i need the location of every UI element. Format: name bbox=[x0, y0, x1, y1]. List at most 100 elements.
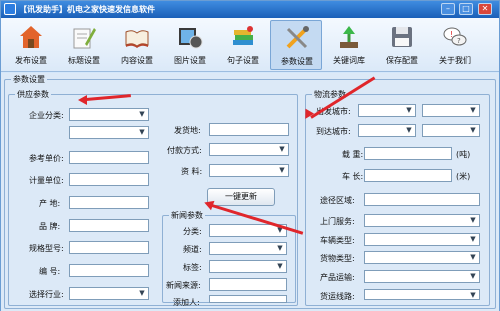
code-label: 编 号: bbox=[39, 267, 61, 276]
to-city-select[interactable]: ▼ bbox=[422, 124, 480, 137]
chevron-down-icon: ▼ bbox=[470, 106, 476, 114]
news-tag-label: 标签: bbox=[183, 263, 202, 272]
annotation-arrow-head bbox=[78, 95, 87, 105]
news-author-input[interactable] bbox=[209, 295, 287, 303]
price-unit-input[interactable] bbox=[69, 151, 149, 164]
chevron-down-icon: ▼ bbox=[470, 235, 476, 243]
cargo-type-select[interactable]: ▼ bbox=[364, 251, 480, 264]
open-book-icon bbox=[125, 30, 149, 48]
route-area-input[interactable] bbox=[364, 193, 480, 206]
toolbar-label: 保存配置 bbox=[386, 56, 418, 65]
chevron-down-icon: ▼ bbox=[406, 106, 412, 114]
svg-text:!: ! bbox=[450, 30, 453, 39]
news-channel-label: 频道: bbox=[183, 245, 202, 254]
door-service-select[interactable]: ▼ bbox=[364, 214, 480, 227]
news-groupbox: 新闻参数 分类: ▼ 频道: ▼ 标签: ▼ 新闻来源: 添加人: bbox=[162, 210, 296, 307]
material-label: 资 料: bbox=[181, 167, 203, 176]
chevron-down-icon: ▼ bbox=[279, 145, 285, 153]
floppy-disk-icon bbox=[392, 27, 412, 47]
news-author-label: 添加人: bbox=[173, 298, 200, 307]
product-transport-label: 产品运输: bbox=[320, 273, 355, 282]
weight-label: 载 重: bbox=[342, 150, 364, 159]
supply-groupbox: 供应参数 企业分类: ▼ ▼ 参考单价: 计量单位: 产 地: 品 牌: 规格型… bbox=[8, 89, 298, 307]
minimize-button[interactable]: – bbox=[441, 3, 455, 15]
news-source-label: 新闻来源: bbox=[166, 281, 201, 290]
svg-text:?: ? bbox=[457, 37, 461, 45]
news-tag-select[interactable]: ▼ bbox=[209, 260, 287, 273]
params-groupbox: 参数设置 供应参数 企业分类: ▼ ▼ 参考单价: 计量单位: 产 地: 品 牌… bbox=[4, 74, 496, 309]
measure-unit-input[interactable] bbox=[69, 173, 149, 186]
route-label: 货运线路: bbox=[320, 292, 355, 301]
news-category-label: 分类: bbox=[183, 227, 202, 236]
toolbar-sentence-settings[interactable]: 句子设置 bbox=[217, 20, 269, 70]
toolbar-save-config[interactable]: 保存配置 bbox=[376, 20, 428, 70]
picture-icon bbox=[179, 28, 203, 49]
category-select-2[interactable]: ▼ bbox=[69, 126, 149, 139]
toolbar-label: 内容设置 bbox=[121, 56, 153, 65]
ship-from-input[interactable] bbox=[209, 123, 289, 136]
to-city-label: 到达城市: bbox=[316, 127, 351, 136]
toolbar-title-settings[interactable]: 标题设置 bbox=[58, 20, 110, 70]
industry-select[interactable]: ▼ bbox=[69, 287, 149, 300]
origin-input[interactable] bbox=[69, 196, 149, 209]
chevron-down-icon: ▼ bbox=[139, 110, 145, 118]
chevron-down-icon: ▼ bbox=[279, 166, 285, 174]
toolbar-image-settings[interactable]: 图片设置 bbox=[164, 20, 216, 70]
category-select-1[interactable]: ▼ bbox=[69, 108, 149, 121]
payment-select[interactable]: ▼ bbox=[209, 143, 289, 156]
brand-label: 品 牌: bbox=[39, 222, 61, 231]
payment-label: 付款方式: bbox=[167, 146, 202, 155]
params-legend: 参数设置 bbox=[11, 74, 47, 85]
news-source-input[interactable] bbox=[209, 278, 287, 291]
length-input[interactable] bbox=[364, 169, 452, 182]
toolbar-keyword-library[interactable]: 关键词库 bbox=[323, 20, 375, 70]
to-province-select[interactable]: ▼ bbox=[358, 124, 416, 137]
price-unit-label: 参考单价: bbox=[29, 154, 64, 163]
door-service-label: 上门服务: bbox=[320, 217, 355, 226]
toolbar-about-us[interactable]: ! ? 关于我们 bbox=[429, 20, 481, 70]
weight-unit: (吨) bbox=[456, 150, 471, 159]
news-legend: 新闻参数 bbox=[169, 210, 205, 221]
app-icon bbox=[4, 3, 16, 15]
maximize-button[interactable]: □ bbox=[459, 3, 473, 15]
vehicle-type-select[interactable]: ▼ bbox=[364, 233, 480, 246]
title-bar: 【讯发助手】机电之家快速发信息软件 – □ ✕ bbox=[1, 1, 499, 18]
from-province-select[interactable]: ▼ bbox=[358, 104, 416, 117]
category-label: 企业分类: bbox=[29, 111, 64, 120]
weight-input[interactable] bbox=[364, 147, 452, 160]
model-label: 规格型号: bbox=[29, 244, 64, 253]
toolbar-content-settings[interactable]: 内容设置 bbox=[111, 20, 163, 70]
main-panel: 参数设置 供应参数 企业分类: ▼ ▼ 参考单价: 计量单位: 产 地: 品 牌… bbox=[1, 73, 499, 311]
toolbar-parameter-settings[interactable]: 参数设置 bbox=[270, 20, 322, 70]
origin-label: 产 地: bbox=[39, 199, 61, 208]
route-area-label: 途径区域: bbox=[320, 196, 355, 205]
logistics-groupbox: 物流参数 出发城市: ▼ ▼ 到达城市: ▼ ▼ 载 重: (吨) 车 长: (… bbox=[305, 89, 490, 306]
books-icon bbox=[233, 26, 253, 45]
model-input[interactable] bbox=[69, 241, 149, 254]
chevron-down-icon: ▼ bbox=[139, 289, 145, 297]
chevron-down-icon: ▼ bbox=[139, 128, 145, 136]
code-input[interactable] bbox=[69, 264, 149, 277]
chevron-down-icon: ▼ bbox=[470, 126, 476, 134]
one-click-update-button[interactable]: 一键更新 bbox=[207, 188, 275, 206]
toolbar-label: 句子设置 bbox=[227, 56, 259, 65]
close-button[interactable]: ✕ bbox=[478, 3, 492, 15]
chevron-down-icon: ▼ bbox=[470, 291, 476, 299]
chevron-down-icon: ▼ bbox=[277, 244, 283, 252]
toolbar-publish-settings[interactable]: 发布设置 bbox=[5, 20, 57, 70]
chevron-down-icon: ▼ bbox=[406, 126, 412, 134]
chat-bubbles-icon: ! ? bbox=[443, 27, 467, 46]
length-unit: (米) bbox=[456, 172, 471, 181]
brand-input[interactable] bbox=[69, 219, 149, 232]
ship-from-label: 发货地: bbox=[174, 126, 201, 135]
cargo-type-label: 货物类型: bbox=[320, 254, 355, 263]
from-city-select[interactable]: ▼ bbox=[422, 104, 480, 117]
product-transport-select[interactable]: ▼ bbox=[364, 270, 480, 283]
news-channel-select[interactable]: ▼ bbox=[209, 242, 287, 255]
main-toolbar: 发布设置 标题设置 内容设置 图片设置 句子设置 参数设置 关键词库 保存配置 … bbox=[1, 18, 499, 72]
material-select[interactable]: ▼ bbox=[209, 164, 289, 177]
route-select[interactable]: ▼ bbox=[364, 289, 480, 300]
industry-label: 选择行业: bbox=[29, 290, 64, 299]
toolbar-label: 关键词库 bbox=[333, 56, 365, 65]
vehicle-type-label: 车辆类型: bbox=[320, 236, 355, 245]
